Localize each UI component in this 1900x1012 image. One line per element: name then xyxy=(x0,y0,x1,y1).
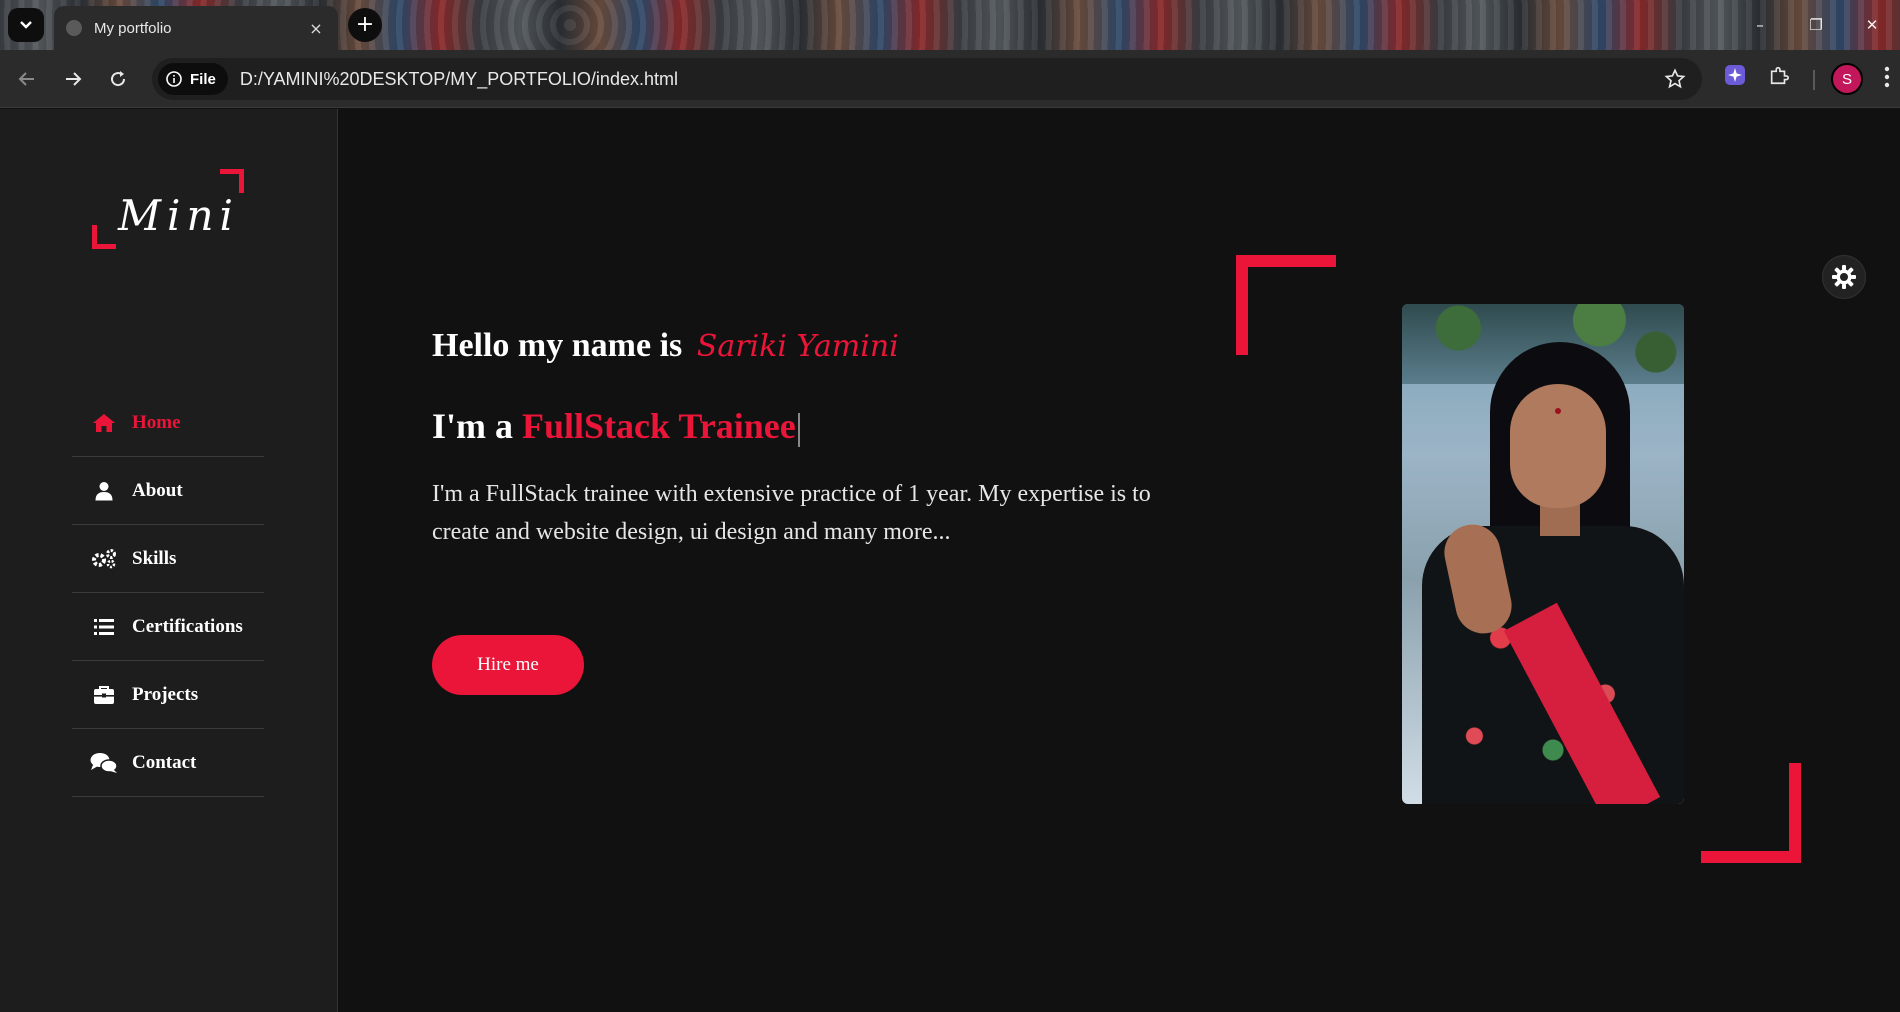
sidebar-item-label: Home xyxy=(132,411,181,433)
sun-gear-icon xyxy=(1832,265,1856,289)
sparkle-extension-icon xyxy=(1725,65,1745,85)
hero-description: I'm a FullStack trainee with extensive p… xyxy=(432,481,1151,545)
chevron-down-icon xyxy=(20,21,32,29)
browser-tab-strip: My portfolio × + – ❐ ✕ xyxy=(0,0,1900,50)
address-bar[interactable]: File D:/YAMINI%20DESKTOP/MY_PORTFOLIO/in… xyxy=(152,58,1702,100)
site-info-chip[interactable]: File xyxy=(158,63,228,95)
browser-menu-button[interactable] xyxy=(1884,66,1890,93)
site-logo[interactable]: Mini xyxy=(92,169,244,249)
hire-me-button[interactable]: Hire me xyxy=(432,635,584,695)
chat-icon xyxy=(90,752,118,774)
hero-role: I'm a FullStack Trainee xyxy=(432,405,800,447)
browser-tab-active[interactable]: My portfolio × xyxy=(54,6,338,50)
reload-icon xyxy=(111,71,126,87)
gears-icon xyxy=(90,548,118,570)
logo-bracket-top-right xyxy=(220,169,244,193)
sidebar-item-label: Contact xyxy=(132,751,197,773)
restore-button[interactable]: ❐ xyxy=(1788,0,1844,50)
role-typed-text: FullStack Trainee xyxy=(522,406,796,446)
kebab-menu-icon xyxy=(1884,66,1890,88)
profile-photo xyxy=(1402,304,1684,804)
globe-icon xyxy=(66,20,82,36)
tab-search-button[interactable] xyxy=(8,8,44,42)
logo-bracket-bottom-left xyxy=(92,225,116,249)
window-controls: – ❐ ✕ xyxy=(1732,0,1900,50)
sidebar-item-about[interactable]: About xyxy=(72,457,264,525)
extension-button[interactable] xyxy=(1724,64,1746,91)
sidebar-item-contact[interactable]: Contact xyxy=(72,729,264,797)
tab-title: My portfolio xyxy=(94,19,172,37)
minimize-button[interactable]: – xyxy=(1732,0,1788,50)
sidebar-item-certifications[interactable]: Certifications xyxy=(72,593,264,661)
sidebar-nav: Home About Skills Certifications Project… xyxy=(72,389,264,797)
sidebar-item-label: About xyxy=(132,479,183,501)
greeting-text: Hello my name is xyxy=(432,327,683,364)
back-button[interactable] xyxy=(12,64,42,94)
sidebar-item-label: Skills xyxy=(132,547,177,569)
new-tab-button[interactable]: + xyxy=(348,8,382,42)
sidebar: Mini Home About Skills Certifications Pr… xyxy=(0,109,338,1012)
role-prefix: I'm a xyxy=(432,406,513,446)
extension-puzzle-icon xyxy=(1770,66,1789,85)
user-icon xyxy=(90,480,118,502)
forward-icon xyxy=(66,72,82,86)
photo-frame-corner-bottom-right xyxy=(1701,763,1801,863)
toolbar-divider xyxy=(1813,70,1815,90)
sidebar-item-label: Certifications xyxy=(132,615,243,637)
sidebar-item-home[interactable]: Home xyxy=(72,389,264,457)
sidebar-item-label: Projects xyxy=(132,683,199,705)
hero-greeting: Hello my name is Sariki Yamini xyxy=(432,327,899,365)
back-icon xyxy=(18,72,34,86)
list-icon xyxy=(90,616,118,638)
url-text[interactable]: D:/YAMINI%20DESKTOP/MY_PORTFOLIO/index.h… xyxy=(240,69,1664,90)
close-window-button[interactable]: ✕ xyxy=(1844,0,1900,50)
forward-button[interactable] xyxy=(58,64,88,94)
star-icon[interactable] xyxy=(1664,68,1686,90)
hero-name: Sariki Yamini xyxy=(696,329,899,364)
hero-section: Hello my name is Sariki Yamini I'm a Ful… xyxy=(339,109,1900,1012)
info-icon xyxy=(166,71,182,87)
sidebar-item-skills[interactable]: Skills xyxy=(72,525,264,593)
typing-cursor xyxy=(797,412,800,447)
reload-button[interactable] xyxy=(103,64,133,94)
close-tab-icon[interactable]: × xyxy=(306,19,326,38)
browser-toolbar: File D:/YAMINI%20DESKTOP/MY_PORTFOLIO/in… xyxy=(0,50,1900,108)
theme-toggle-button[interactable] xyxy=(1822,255,1866,299)
extensions-menu-button[interactable] xyxy=(1768,64,1790,91)
home-icon xyxy=(90,412,118,434)
profile-avatar[interactable]: S xyxy=(1831,63,1863,95)
photo-frame-corner-top-left xyxy=(1236,255,1336,355)
sidebar-item-projects[interactable]: Projects xyxy=(72,661,264,729)
logo-text: Mini xyxy=(118,191,239,240)
briefcase-icon xyxy=(90,684,118,706)
site-chip-label: File xyxy=(190,70,216,88)
